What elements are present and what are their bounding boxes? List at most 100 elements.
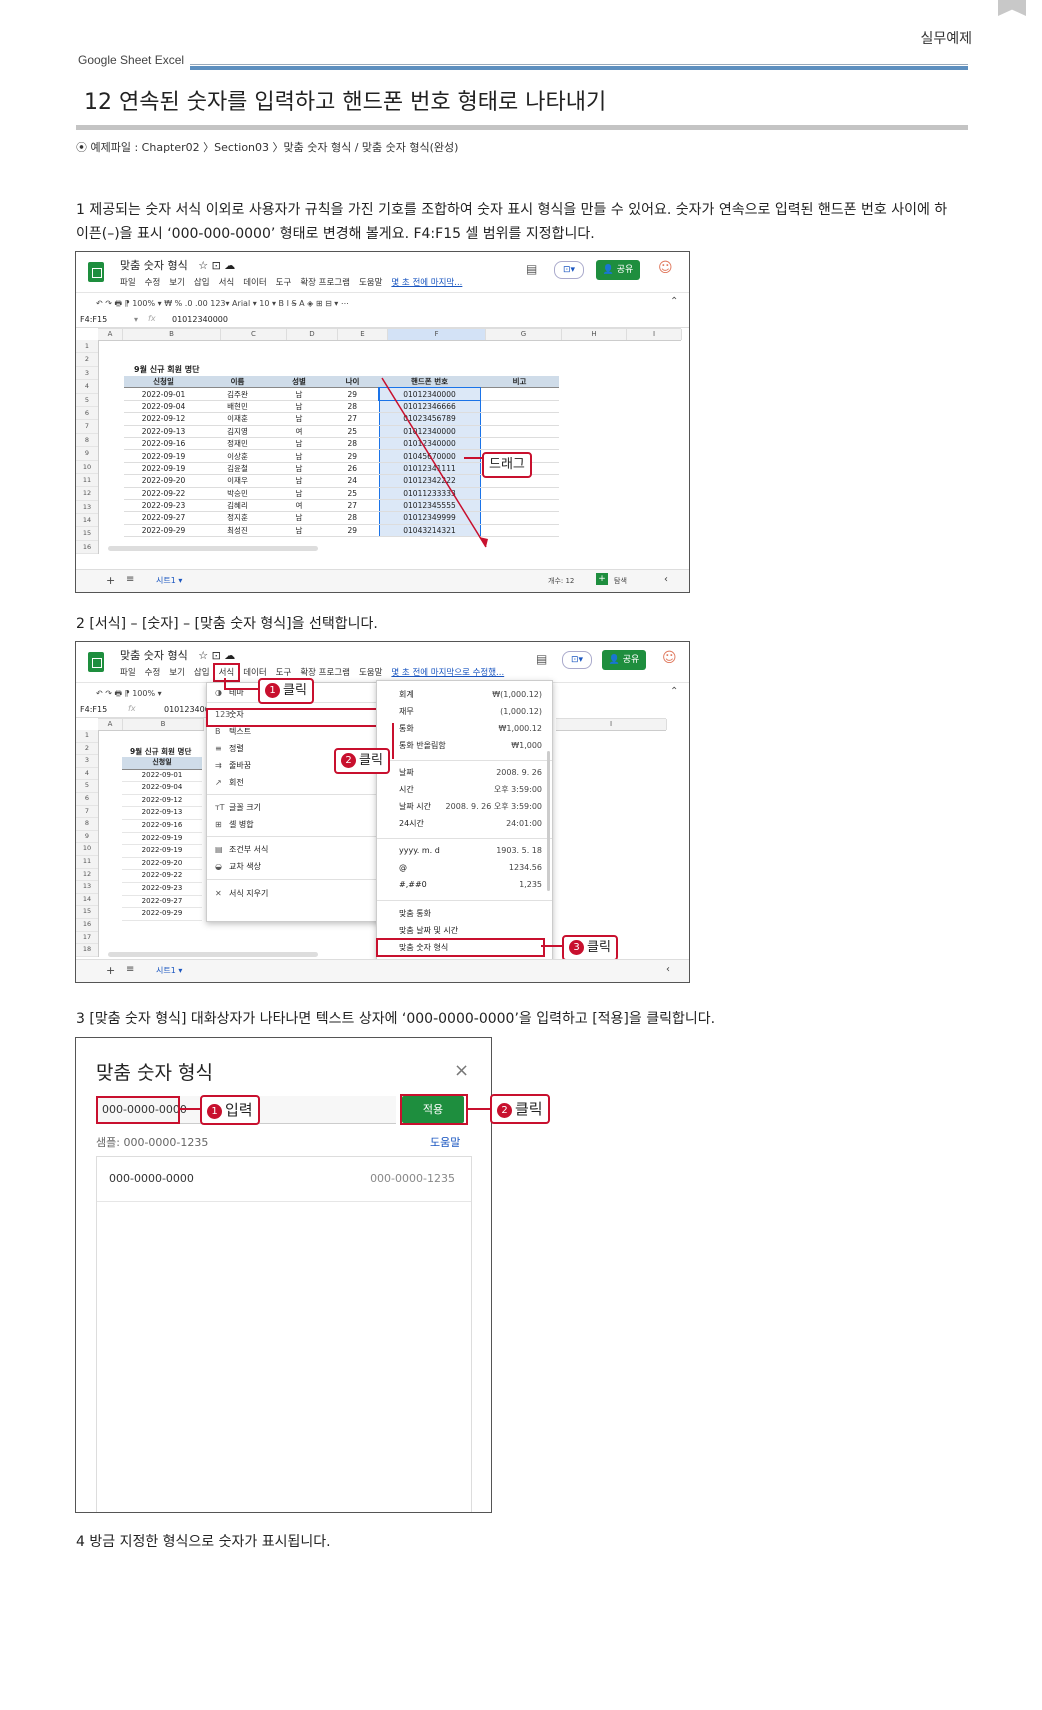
row-number[interactable]: 12 — [76, 869, 98, 882]
menu-file[interactable]: 파일 — [120, 668, 136, 678]
all-sheets-icon[interactable]: ≡ — [126, 574, 134, 585]
menu-tools[interactable]: 도구 — [276, 668, 292, 678]
drag-callout: 드래그 — [482, 452, 532, 478]
sheet-tab[interactable]: 시트1 ▾ — [156, 575, 182, 586]
column-header-i[interactable]: I — [556, 719, 667, 730]
row-number[interactable]: 13 — [76, 881, 98, 894]
row-number[interactable]: 15 — [76, 906, 98, 919]
input-highlight — [96, 1096, 180, 1124]
avatar-icon[interactable]: ☺ — [662, 650, 677, 666]
submenu-scrollbar[interactable] — [547, 751, 550, 891]
name-box[interactable]: F4:F15 — [80, 705, 107, 714]
row-number[interactable]: 2 — [76, 743, 98, 756]
row-number[interactable]: 10 — [76, 843, 98, 856]
table-cell[interactable]: 2022-09-29 — [122, 908, 202, 921]
row-number[interactable]: 16 — [76, 919, 98, 932]
number-format-item[interactable]: 맞춤 통화 — [377, 906, 552, 922]
menu-item-label: 조건부 서식 — [229, 845, 269, 854]
close-icon[interactable]: × — [454, 1060, 469, 1081]
table-cell[interactable]: 2022-09-23 — [122, 883, 202, 896]
sheet-tab[interactable]: 시트1 ▾ — [156, 965, 182, 976]
present-button[interactable]: ⊡▾ — [562, 651, 592, 669]
table-cell[interactable]: 2022-09-19 — [122, 845, 202, 858]
row-number[interactable]: 3 — [76, 755, 98, 768]
row-number[interactable]: 7 — [76, 806, 98, 819]
table-cell[interactable]: 2022-09-27 — [122, 896, 202, 909]
table-cell[interactable]: 2022-09-19 — [122, 833, 202, 846]
step-1-line-1: 1 제공되는 숫자 서식 이외로 사용자가 규칙을 가진 기호를 조합하여 숫자… — [76, 202, 948, 218]
table-cell[interactable]: 2022-09-13 — [122, 807, 202, 820]
number-format-label: 재무 — [399, 707, 414, 716]
horizontal-scrollbar[interactable] — [108, 952, 318, 957]
number-format-item[interactable]: @1234.56 — [377, 860, 552, 876]
callout-step-1: 1 클릭 — [258, 678, 314, 704]
table-header-cell[interactable]: 신청일 — [122, 757, 202, 770]
comment-icon[interactable]: ▤ — [536, 652, 547, 666]
collapse-icon[interactable]: ⌃ — [670, 686, 678, 697]
number-format-item[interactable]: 통화 ₩1,000.12 — [377, 721, 552, 737]
count-label[interactable]: 개수: 12 — [548, 576, 574, 586]
row-number[interactable]: 17 — [76, 932, 98, 945]
number-format-item[interactable]: yyyy. m. d 1903. 5. 18 — [377, 843, 552, 859]
step-4: 4 방금 지정한 형식으로 숫자가 표시됩니다. — [76, 1534, 331, 1550]
menu-data[interactable]: 데이터 — [243, 668, 266, 678]
help-link[interactable]: 도움말 — [430, 1134, 460, 1150]
number-format-example: ₩1,000.12 — [498, 724, 542, 733]
toolbar[interactable]: ↶ ↷ 🖶 ⁋ 100% ▾ — [96, 688, 162, 702]
row-number[interactable]: 8 — [76, 818, 98, 831]
sheet-bottom-bar: + ≡ 시트1 ▾ 개수: 12 + 탐색 ‹ — [76, 569, 689, 592]
number-format-item[interactable]: 맞춤 날짜 및 시간 — [377, 923, 552, 939]
horizontal-scrollbar[interactable] — [108, 546, 318, 551]
menu-extensions[interactable]: 확장 프로그램 — [300, 668, 350, 678]
side-panel-chevron-icon[interactable]: ‹ — [664, 574, 668, 585]
share-button[interactable]: 👤 공유 — [602, 650, 646, 670]
number-format-example: 오후 3:59:00 — [493, 785, 542, 794]
table-cell[interactable]: 2022-09-16 — [122, 820, 202, 833]
menu-item-icon: ≡ — [215, 744, 222, 753]
column-header-b[interactable]: B — [123, 719, 204, 730]
add-sheet-icon[interactable]: + — [106, 964, 115, 977]
add-sheet-icon[interactable]: + — [106, 574, 115, 587]
number-format-item[interactable]: 재무 (1,000.12) — [377, 704, 552, 720]
row-number[interactable]: 9 — [76, 831, 98, 844]
number-format-item[interactable]: 날짜 시간 2008. 9. 26 오후 3:59:00 — [377, 799, 552, 815]
number-format-item[interactable]: 24시간 24:01:00 — [377, 816, 552, 832]
menu-view[interactable]: 보기 — [169, 668, 185, 678]
row-number[interactable]: 4 — [76, 768, 98, 781]
row-number[interactable]: 5 — [76, 780, 98, 793]
explore-icon[interactable]: + — [596, 573, 608, 585]
fx-icon: fx — [128, 704, 136, 713]
column-header-a[interactable]: A — [98, 719, 123, 730]
table-cell[interactable]: 2022-09-01 — [122, 770, 202, 783]
number-format-item[interactable]: 통화 반올림함 ₩1,000 — [377, 738, 552, 754]
leader-apply — [466, 1108, 490, 1110]
row-number[interactable]: 6 — [76, 793, 98, 806]
number-format-item[interactable]: #,##0 1,235 — [377, 877, 552, 893]
explore-label[interactable]: 탐색 — [614, 576, 627, 586]
menu-edit[interactable]: 수정 — [145, 668, 161, 678]
menu-item-label: 교차 색상 — [229, 862, 261, 871]
row-number[interactable]: 14 — [76, 894, 98, 907]
menu-insert[interactable]: 삽입 — [194, 668, 210, 678]
format-list-item[interactable]: 000-0000-0000 000-0000-1235 — [97, 1157, 471, 1202]
custom-number-dialog: 맞춤 숫자 형식 × 000-0000-0000 1 입력 적용 샘플: 000-… — [75, 1037, 492, 1513]
table-cell[interactable]: 2022-09-12 — [122, 795, 202, 808]
doc-title: 맞춤 숫자 형식 ☆ ⊡ ☁ — [120, 649, 236, 662]
table-cell[interactable]: 2022-09-20 — [122, 858, 202, 871]
menu-help[interactable]: 도움말 — [359, 668, 382, 678]
number-format-item[interactable]: 회계 ₩(1,000.12) — [377, 687, 552, 703]
menu-item-icon: ᴛT — [215, 803, 225, 812]
menu-item-icon: ▤ — [215, 845, 223, 854]
table-cell[interactable]: 2022-09-22 — [122, 870, 202, 883]
row-number[interactable]: 18 — [76, 944, 98, 957]
number-format-item[interactable]: 시간 오후 3:59:00 — [377, 782, 552, 798]
row-number[interactable]: 11 — [76, 856, 98, 869]
row-number[interactable]: 1 — [76, 730, 98, 743]
table-cell[interactable]: 2022-09-04 — [122, 782, 202, 795]
leader-2 — [392, 723, 394, 759]
last-edit-link[interactable]: 몇 초 전에 마지막으로 수정했... — [391, 668, 504, 678]
number-format-item[interactable]: 날짜 2008. 9. 26 — [377, 765, 552, 781]
all-sheets-icon[interactable]: ≡ — [126, 964, 134, 975]
number-format-example: ₩1,000 — [511, 741, 542, 750]
side-panel-chevron-icon[interactable]: ‹ — [666, 964, 670, 975]
